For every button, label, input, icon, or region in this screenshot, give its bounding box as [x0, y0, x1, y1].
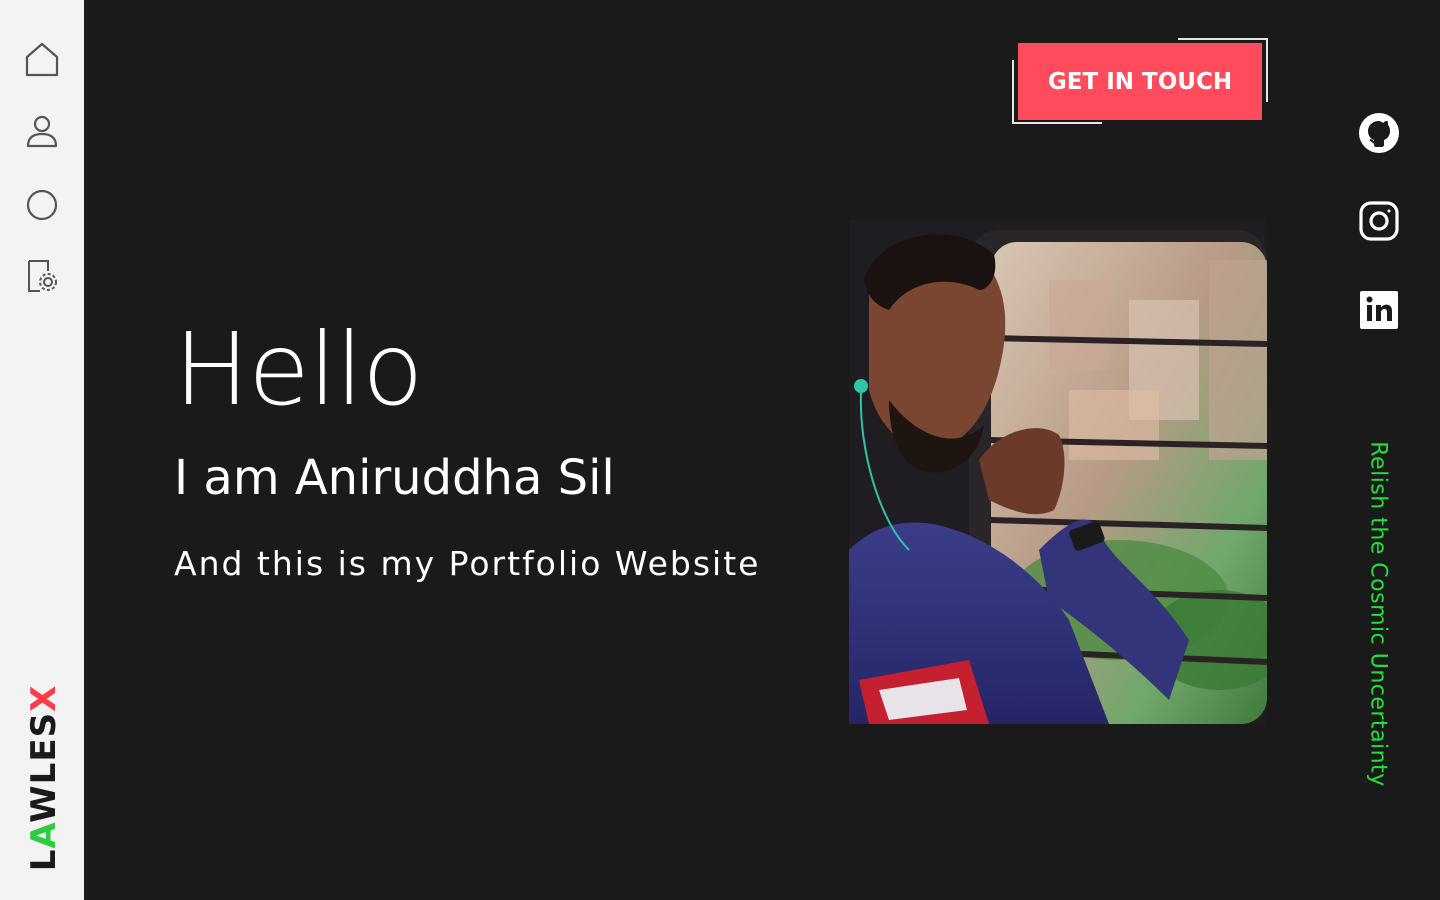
circle-icon[interactable]	[22, 185, 62, 225]
settings-document-icon[interactable]	[22, 256, 62, 296]
cta-frame-line	[1266, 38, 1268, 102]
instagram-icon[interactable]	[1358, 200, 1400, 242]
cta-frame-line	[1012, 122, 1102, 124]
tagline: Relish the Cosmic Uncertainty	[1365, 441, 1391, 787]
get-in-touch-button[interactable]: GET IN TOUCH	[1018, 43, 1262, 120]
cta-frame-line	[1012, 60, 1014, 124]
user-icon[interactable]	[22, 112, 62, 152]
hero-intro: I am Aniruddha Sil	[174, 450, 615, 506]
profile-photo	[849, 220, 1267, 724]
github-icon[interactable]	[1358, 112, 1400, 154]
hero-greeting: Hello	[174, 311, 423, 428]
sidebar: LAWLESX	[0, 0, 84, 900]
linkedin-icon[interactable]	[1358, 289, 1400, 331]
hero-subtitle: And this is my Portfolio Website	[174, 544, 761, 583]
cta-frame-line	[1178, 38, 1268, 40]
cta-container: GET IN TOUCH	[1012, 38, 1268, 126]
home-icon[interactable]	[22, 40, 62, 80]
